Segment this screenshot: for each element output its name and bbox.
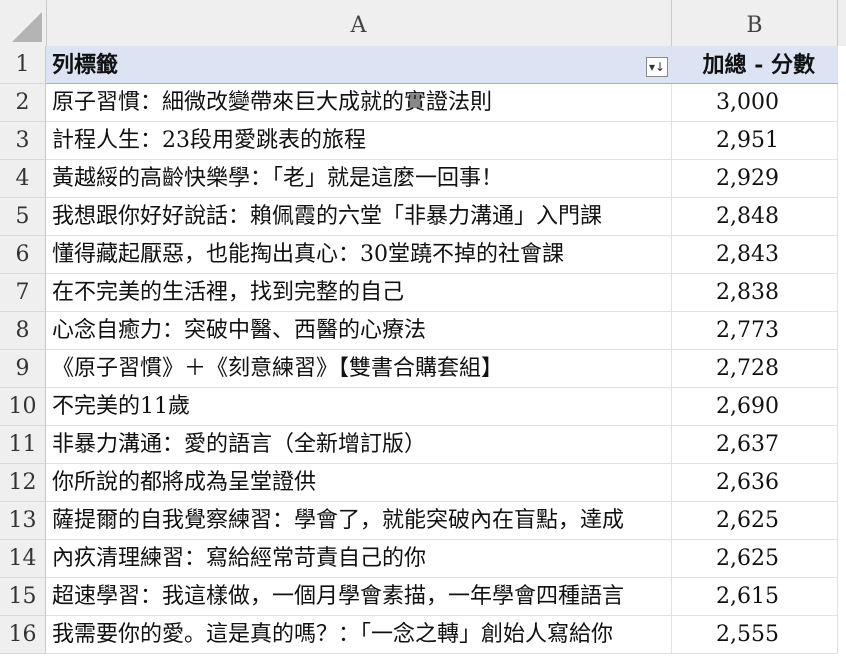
- row-header[interactable]: 9: [0, 350, 46, 388]
- data-rows: 原子習慣：細微改變帶來巨大成就的實證法則 3,000 計程人生：23段用愛跳表的旅程…: [46, 84, 846, 654]
- table-row: 我需要你的愛。這是真的嗎？：「一念之轉」創始人寫給你 2,555: [46, 616, 846, 654]
- score-cell[interactable]: 2,690: [672, 388, 838, 425]
- score-cell[interactable]: 2,838: [672, 274, 838, 311]
- book-title-cell[interactable]: 心念自癒力：突破中醫、西醫的心療法: [46, 312, 672, 349]
- score-cell[interactable]: 2,555: [672, 616, 838, 653]
- table-row: 你所說的都將成為呈堂證供 2,636: [46, 464, 846, 502]
- table-row: 計程人生：23段用愛跳表的旅程 2,951: [46, 122, 846, 160]
- column-header-a[interactable]: A: [46, 0, 672, 46]
- cell-grid: 列標籤 ▾↓ 加總 - 分數 原子習慣：細微改變帶來巨大成就的實證法則 3,000…: [46, 46, 846, 654]
- row-header[interactable]: 16: [0, 616, 46, 654]
- pivot-header-row: 列標籤 ▾↓ 加總 - 分數: [46, 46, 846, 84]
- score-cell[interactable]: 2,951: [672, 122, 838, 159]
- row-header[interactable]: 7: [0, 274, 46, 312]
- row-header[interactable]: 14: [0, 540, 46, 578]
- row-header[interactable]: 15: [0, 578, 46, 616]
- book-title-cell[interactable]: 薩提爾的自我覺察練習：學會了，就能突破內在盲點，達成: [46, 502, 672, 539]
- row-header[interactable]: 1: [0, 46, 46, 84]
- score-cell[interactable]: 2,843: [672, 236, 838, 273]
- score-cell[interactable]: 2,637: [672, 426, 838, 463]
- score-cell[interactable]: 2,625: [672, 502, 838, 539]
- row-header[interactable]: 13: [0, 502, 46, 540]
- book-title-cell[interactable]: 計程人生：23段用愛跳表的旅程: [46, 122, 672, 159]
- table-row: 非暴力溝通：愛的語言（全新增訂版） 2,637: [46, 426, 846, 464]
- book-title-cell[interactable]: 我需要你的愛。這是真的嗎？：「一念之轉」創始人寫給你: [46, 616, 672, 653]
- book-title-cell[interactable]: 在不完美的生活裡，找到完整的自己: [46, 274, 672, 311]
- table-row: 內疚清理練習：寫給經常苛責自己的你 2,625: [46, 540, 846, 578]
- table-row: 超速學習：我這樣做，一個月學會素描，一年學會四種語言 2,615: [46, 578, 846, 616]
- book-title-cell[interactable]: 黃越綏的高齡快樂學：「老」就是這麼一回事！: [46, 160, 672, 197]
- table-row: 心念自癒力：突破中醫、西醫的心療法 2,773: [46, 312, 846, 350]
- select-all-button[interactable]: [0, 0, 47, 46]
- book-title-cell[interactable]: 懂得藏起厭惡，也能掏出真心：30堂蹺不掉的社會課: [46, 236, 672, 273]
- spreadsheet: A B 1 2 3 4 5 6 7 8 9 10 11 12 13 14 15 16 列標籤 ▾↓ 加總 -…: [0, 0, 846, 660]
- score-cell[interactable]: 2,929: [672, 160, 838, 197]
- score-cell[interactable]: 2,773: [672, 312, 838, 349]
- row-header[interactable]: 5: [0, 198, 46, 236]
- select-all-triangle-icon: [12, 12, 42, 42]
- score-cell[interactable]: 2,848: [672, 198, 838, 235]
- table-row: 懂得藏起厭惡，也能掏出真心：30堂蹺不掉的社會課 2,843: [46, 236, 846, 274]
- table-row: 黃越綏的高齡快樂學：「老」就是這麼一回事！ 2,929: [46, 160, 846, 198]
- table-row: 不完美的11歲 2,690: [46, 388, 846, 426]
- table-row: 薩提爾的自我覺察練習：學會了，就能突破內在盲點，達成 2,625: [46, 502, 846, 540]
- table-row: 《原子習慣》＋《刻意練習》【雙書合購套組】 2,728: [46, 350, 846, 388]
- row-header[interactable]: 11: [0, 426, 46, 464]
- table-row: 原子習慣：細微改變帶來巨大成就的實證法則 3,000: [46, 84, 846, 122]
- row-header[interactable]: 6: [0, 236, 46, 274]
- book-title-cell[interactable]: 我想跟你好好說話：賴佩霞的六堂「非暴力溝通」入門課: [46, 198, 672, 235]
- table-row: 在不完美的生活裡，找到完整的自己 2,838: [46, 274, 846, 312]
- filter-sort-icon[interactable]: ▾↓: [646, 57, 668, 77]
- row-header[interactable]: 12: [0, 464, 46, 502]
- table-row: 我想跟你好好說話：賴佩霞的六堂「非暴力溝通」入門課 2,848: [46, 198, 846, 236]
- row-header[interactable]: 2: [0, 84, 46, 122]
- row-header[interactable]: 8: [0, 312, 46, 350]
- score-cell[interactable]: 2,625: [672, 540, 838, 577]
- book-title-cell[interactable]: 內疚清理練習：寫給經常苛責自己的你: [46, 540, 672, 577]
- score-cell[interactable]: 2,636: [672, 464, 838, 501]
- score-cell[interactable]: 3,000: [672, 84, 838, 121]
- score-cell[interactable]: 2,728: [672, 350, 838, 387]
- book-title-cell[interactable]: 《原子習慣》＋《刻意練習》【雙書合購套組】: [46, 350, 672, 387]
- score-cell[interactable]: 2,615: [672, 578, 838, 615]
- row-labels-header-cell[interactable]: 列標籤: [46, 46, 672, 83]
- book-title-cell[interactable]: 非暴力溝通：愛的語言（全新增訂版）: [46, 426, 672, 463]
- book-title-cell[interactable]: 原子習慣：細微改變帶來巨大成就的實證法則: [46, 84, 672, 121]
- row-header[interactable]: 10: [0, 388, 46, 426]
- book-title-cell[interactable]: 超速學習：我這樣做，一個月學會素描，一年學會四種語言: [46, 578, 672, 615]
- book-title-cell[interactable]: 不完美的11歲: [46, 388, 672, 425]
- right-edge: [838, 46, 846, 660]
- sum-score-header-cell[interactable]: 加總 - 分數: [672, 46, 838, 83]
- row-header[interactable]: 3: [0, 122, 46, 160]
- book-title-cell[interactable]: 你所說的都將成為呈堂證供: [46, 464, 672, 501]
- column-header-b[interactable]: B: [672, 0, 838, 46]
- row-header[interactable]: 4: [0, 160, 46, 198]
